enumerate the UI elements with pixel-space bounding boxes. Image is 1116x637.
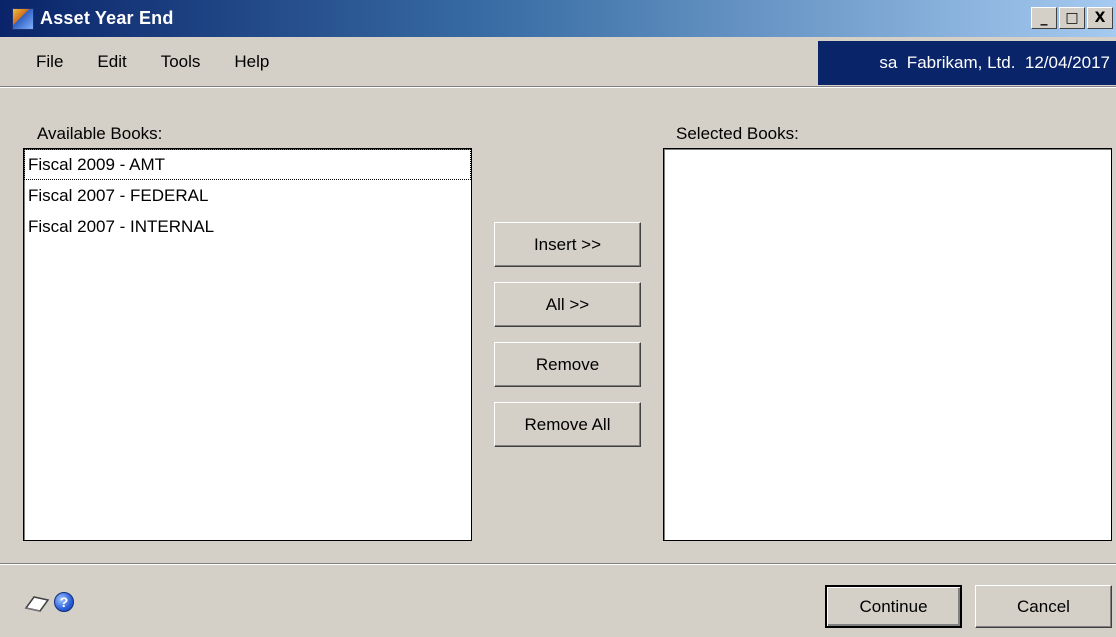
menu-edit[interactable]: Edit bbox=[97, 52, 126, 72]
remove-all-button[interactable]: Remove All bbox=[494, 402, 641, 447]
note-icon[interactable] bbox=[24, 594, 50, 614]
insert-button[interactable]: Insert >> bbox=[494, 222, 641, 267]
selected-books-list[interactable] bbox=[663, 148, 1112, 541]
list-item[interactable]: Fiscal 2007 - INTERNAL bbox=[24, 211, 471, 242]
close-button[interactable]: X bbox=[1087, 7, 1113, 29]
insert-all-button[interactable]: All >> bbox=[494, 282, 641, 327]
menu-tools[interactable]: Tools bbox=[161, 52, 201, 72]
maximize-button[interactable]: □ bbox=[1059, 7, 1085, 29]
cancel-button[interactable]: Cancel bbox=[975, 585, 1112, 628]
help-icon[interactable]: ? bbox=[54, 592, 74, 612]
footer-separator bbox=[0, 563, 1116, 565]
window-controls: _ □ X bbox=[1031, 7, 1113, 29]
available-books-label: Available Books: bbox=[37, 124, 163, 143]
selected-books-label: Selected Books: bbox=[676, 124, 799, 143]
list-item[interactable]: Fiscal 2007 - FEDERAL bbox=[24, 180, 471, 211]
user-company-date: sa Fabrikam, Ltd. 12/04/2017 bbox=[818, 41, 1116, 85]
continue-button[interactable]: Continue bbox=[825, 585, 962, 628]
title-bar[interactable]: Asset Year End _ □ X bbox=[0, 0, 1116, 37]
window-title: Asset Year End bbox=[40, 8, 174, 28]
menu-separator bbox=[0, 86, 1116, 88]
menu-help[interactable]: Help bbox=[234, 52, 269, 72]
remove-button[interactable]: Remove bbox=[494, 342, 641, 387]
list-item[interactable]: Fiscal 2009 - AMT bbox=[24, 149, 471, 180]
app-icon bbox=[12, 7, 34, 30]
minimize-button[interactable]: _ bbox=[1031, 7, 1057, 29]
available-books-list[interactable]: Fiscal 2009 - AMT Fiscal 2007 - FEDERAL … bbox=[23, 148, 472, 541]
menu-file[interactable]: File bbox=[36, 52, 63, 72]
